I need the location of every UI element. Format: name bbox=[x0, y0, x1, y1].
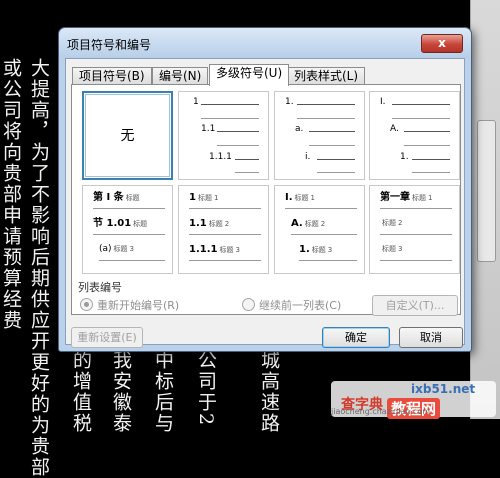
list-option-chapter[interactable]: 第一章 标题 1 标题 2 标题 3 bbox=[369, 185, 460, 274]
list-option-numeric[interactable]: 1 1.1 1.1.1 bbox=[178, 91, 269, 180]
dialog-titlebar[interactable]: 项目符号和编号 x bbox=[59, 28, 471, 58]
document-text-column: 大提高，为了不影响后期供应开更好的为贵部 bbox=[28, 58, 50, 478]
multilevel-gallery: 无 1 1.1 1.1.1 1. a. i. I. A. 1. 第 I 条 标题… bbox=[71, 84, 461, 316]
document-text-column: 公司于2 bbox=[195, 350, 217, 428]
dialog-title: 项目符号和编号 bbox=[67, 38, 152, 52]
document-text-column: 或公司将向贵部申请预算经费 bbox=[0, 58, 22, 331]
vertical-scrollbar[interactable] bbox=[470, 0, 500, 419]
list-option-heading-numeric[interactable]: 1 标题 1 1.1 标题 2 1.1.1 标题 3 bbox=[178, 185, 269, 274]
watermark: ixb51.net 查字典 教程网 jiaocheng.chazidian.co… bbox=[331, 381, 496, 419]
bullets-numbering-dialog: 项目符号和编号 x 项目符号(B) 编号(N) 多级符号(U) 列表样式(L) … bbox=[58, 27, 472, 352]
tab-bullets[interactable]: 项目符号(B) bbox=[72, 67, 152, 85]
restart-numbering-radio[interactable]: 重新开始编号(R) bbox=[80, 297, 179, 313]
document-text-column: 中标后与 bbox=[152, 350, 174, 434]
document-text-column: 我安徽泰 bbox=[110, 350, 132, 434]
list-option-heading-roman[interactable]: I. 标题 1 A. 标题 2 1. 标题 3 bbox=[274, 185, 365, 274]
reset-button[interactable]: 重新设置(E) bbox=[71, 327, 143, 348]
customize-button[interactable]: 自定义(T)... bbox=[372, 295, 458, 316]
none-label: 无 bbox=[120, 128, 135, 144]
list-numbering-label: 列表编号 bbox=[78, 281, 122, 294]
list-option-roman-alpha[interactable]: I. A. 1. bbox=[369, 91, 460, 180]
close-button[interactable]: x bbox=[421, 34, 463, 53]
document-text-column: 城高速路 bbox=[258, 350, 280, 434]
document-text-column: 的增值税 bbox=[70, 350, 92, 434]
watermark-url: jiaocheng.chazidian.com bbox=[331, 407, 431, 416]
cancel-button[interactable]: 取消 bbox=[399, 327, 463, 348]
list-option-alpha-roman[interactable]: 1. a. i. bbox=[274, 91, 365, 180]
close-icon: x bbox=[438, 36, 446, 50]
radio-icon bbox=[80, 298, 93, 311]
watermark-site: ixb51.net bbox=[411, 382, 476, 396]
continue-list-radio[interactable]: 继续前一列表(C) bbox=[242, 297, 341, 313]
tab-multilevel[interactable]: 多级符号(U) bbox=[209, 64, 290, 86]
tab-numbering[interactable]: 编号(N) bbox=[152, 67, 209, 85]
radio-icon bbox=[242, 298, 255, 311]
tab-list-styles[interactable]: 列表样式(L) bbox=[287, 67, 366, 85]
scrollbar-thumb[interactable] bbox=[477, 120, 496, 262]
list-option-article-section[interactable]: 第 I 条标题 节 1.01 标题 (a) 标题 3 bbox=[82, 185, 173, 274]
list-option-none[interactable]: 无 bbox=[82, 91, 173, 180]
ok-button[interactable]: 确定 bbox=[322, 327, 390, 348]
dialog-client: 项目符号(B) 编号(N) 多级符号(U) 列表样式(L) 无 1 1.1 1.… bbox=[65, 58, 465, 348]
